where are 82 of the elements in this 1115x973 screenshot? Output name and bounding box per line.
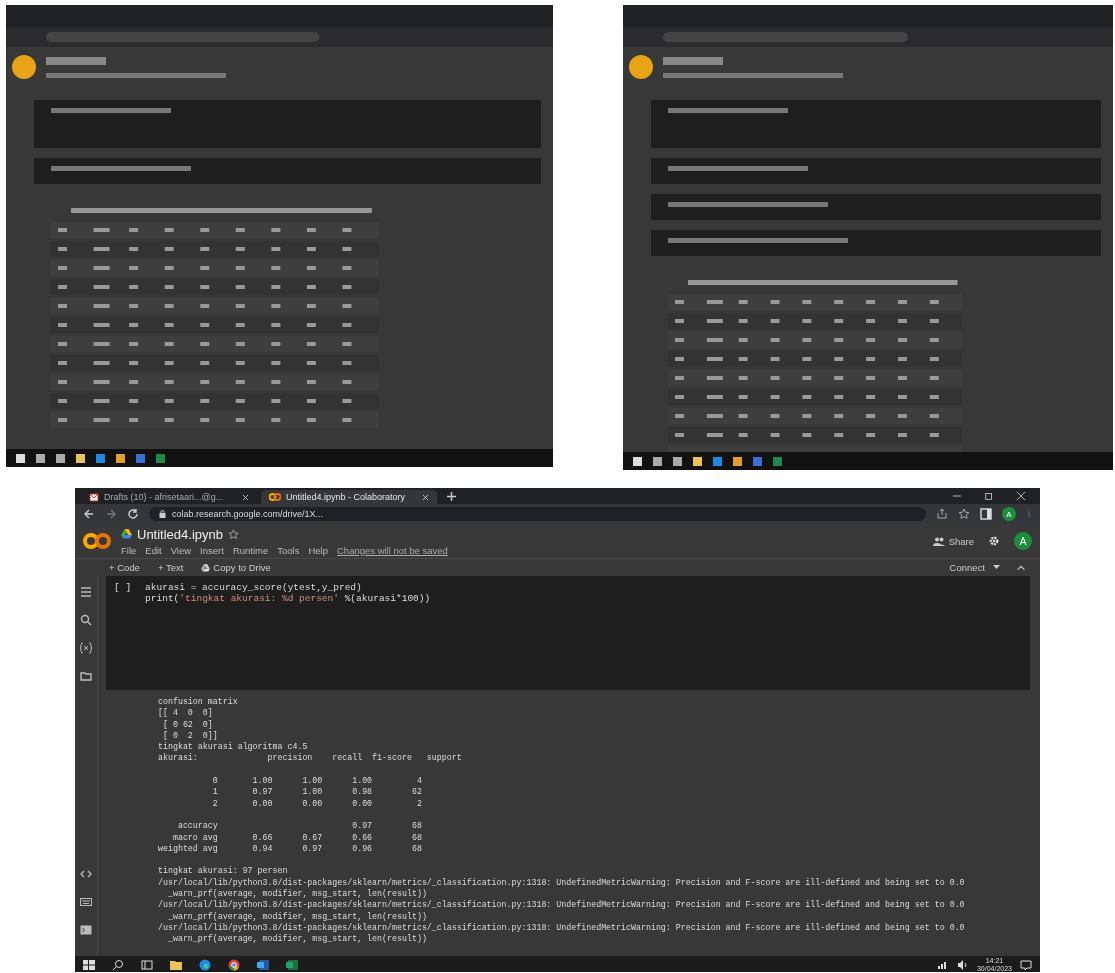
cell-run-prompt[interactable]: [ ]	[114, 582, 132, 690]
output-line: weighted avg 0.94 0.97 0.96 68	[158, 842, 423, 855]
colab-logo-icon	[269, 493, 281, 501]
close-icon[interactable]	[422, 493, 429, 501]
volume-icon[interactable]	[956, 959, 969, 971]
notebook-title[interactable]: Untitled4.ipynb	[137, 526, 223, 542]
code-line: print('tingkat akurasi: %d persen' %(akurasi*100))	[145, 593, 431, 604]
variables-icon[interactable]	[80, 642, 92, 654]
drive-icon	[121, 529, 132, 539]
menu-item[interactable]: Runtime	[232, 544, 269, 556]
output-line: /usr/local/lib/python3.8/dist-packages/sklearn/metrics/_classification.py:1318: UndefinedMetricWarning: Precision and F-score are ill-defined and being set to 0.0	[158, 899, 966, 911]
output-line: accuracy 0.97 68	[176, 820, 423, 832]
notifications-icon[interactable]	[1020, 959, 1032, 971]
copy-to-drive-button[interactable]: Copy to Drive	[201, 562, 271, 573]
menu-item[interactable]: Help	[308, 544, 328, 556]
side-panel-icon[interactable]	[980, 508, 992, 520]
task-view-icon[interactable]	[141, 959, 153, 971]
menu-item[interactable]: Edit	[145, 544, 162, 556]
menu-item[interactable]: Insert	[200, 544, 224, 556]
output-line: macro avg 0.66 0.67 0.66 68	[171, 831, 423, 843]
output-line: 2 0.00 0.00 0.00 2	[211, 797, 423, 809]
settings-icon[interactable]	[988, 535, 1000, 547]
unsaved-changes-link[interactable]: Changes will not be saved	[337, 544, 448, 556]
reload-icon[interactable]	[127, 508, 139, 520]
output-line: _warn_prf(average, modifier, msg_start, len(result))	[166, 888, 428, 900]
drive-icon	[201, 563, 211, 572]
output-line: [ 0 2 0]]	[161, 729, 219, 742]
star-icon[interactable]	[228, 528, 239, 540]
mail-icon	[89, 492, 99, 502]
browser-tab[interactable]: Drafts (10) - afrisetaari...@g...	[81, 490, 257, 504]
output-line: [ 0 62 0]	[161, 718, 214, 730]
caret-icon	[993, 565, 1000, 570]
output-line: tingkat akurasi: 97 persen	[158, 865, 289, 877]
output-line: [[ 4 0 0]	[158, 707, 214, 719]
restore-icon[interactable]	[984, 491, 994, 501]
keyboard-icon[interactable]	[80, 896, 92, 908]
output-line: /usr/local/lib/python3.8/dist-packages/sklearn/metrics/_classification.py:1318: UndefinedMetricWarning: Precision and F-score are ill-defined and being set to 0.0	[158, 921, 966, 934]
url-text: colab.research.google.com/drive/1X...	[172, 509, 324, 519]
output-line: _warn_prf(average, modifier, msg_start, len(result))	[166, 910, 428, 922]
output-line: confusion matrix	[158, 696, 239, 708]
code-cell[interactable]: [ ] akurasi = accuracy_score(ytest,y_pred) print('tingkat akurasi: %d persen' %(akurasi*100))	[106, 576, 1030, 690]
lock-icon	[159, 510, 166, 518]
star-icon[interactable]	[958, 508, 970, 520]
user-avatar[interactable]: A	[1014, 532, 1032, 550]
output-line: _warn_prf(average, modifier, msg_start, len(result))	[166, 933, 428, 945]
network-icon[interactable]	[936, 959, 949, 971]
add-text-button[interactable]: + Text	[157, 562, 184, 573]
code-icon[interactable]	[80, 868, 92, 880]
output-line: 0 1.00 1.00 1.00 4	[211, 775, 423, 787]
output-line: tingkat akurasi algoritma c4.5	[158, 741, 309, 753]
forward-icon[interactable]	[105, 508, 117, 520]
browser-tab[interactable]: Untitled4.ipynb - Colaboratory	[261, 490, 437, 504]
colab-logo-icon	[83, 532, 111, 550]
table-of-contents-icon[interactable]	[80, 586, 92, 598]
back-icon[interactable]	[83, 508, 95, 520]
windows-start-icon[interactable]	[83, 959, 95, 971]
menu-item[interactable]: Tools	[277, 544, 300, 556]
profile-avatar[interactable]: A	[1002, 507, 1016, 521]
output-line: 1 0.97 1.00 0.98 62	[211, 786, 423, 798]
menu-item[interactable]: File	[121, 544, 137, 556]
people-icon	[932, 536, 945, 546]
output-line: akurasi: precision recall f1-score support	[158, 752, 463, 764]
add-code-button[interactable]: + Code	[109, 562, 140, 573]
close-icon[interactable]	[1016, 491, 1026, 501]
search-icon[interactable]	[112, 959, 124, 971]
share-page-icon[interactable]	[936, 508, 948, 520]
edge-icon[interactable]	[199, 959, 211, 971]
chrome-icon[interactable]	[228, 959, 240, 971]
output-line: /usr/local/lib/python3.8/dist-packages/sklearn/metrics/_classification.py:1318: UndefinedMetricWarning: Precision and F-score are ill-defined and being set to 0.0	[158, 876, 966, 889]
menu-item[interactable]: View	[170, 544, 192, 556]
word-icon[interactable]	[257, 959, 269, 971]
search-icon[interactable]	[80, 614, 92, 626]
folder-icon[interactable]	[80, 670, 92, 682]
close-icon[interactable]	[242, 493, 249, 501]
excel-icon[interactable]	[286, 959, 298, 971]
address-field[interactable]: colab.research.google.com/drive/1X...	[149, 507, 926, 521]
share-button[interactable]: Share	[932, 535, 974, 547]
connect-button[interactable]: Connect	[949, 562, 1000, 573]
terminal-icon[interactable]	[80, 924, 92, 936]
folder-icon[interactable]	[170, 959, 182, 971]
code-line: akurasi = accuracy_score(ytest,y_pred)	[145, 582, 363, 593]
new-tab-icon[interactable]	[447, 492, 456, 501]
